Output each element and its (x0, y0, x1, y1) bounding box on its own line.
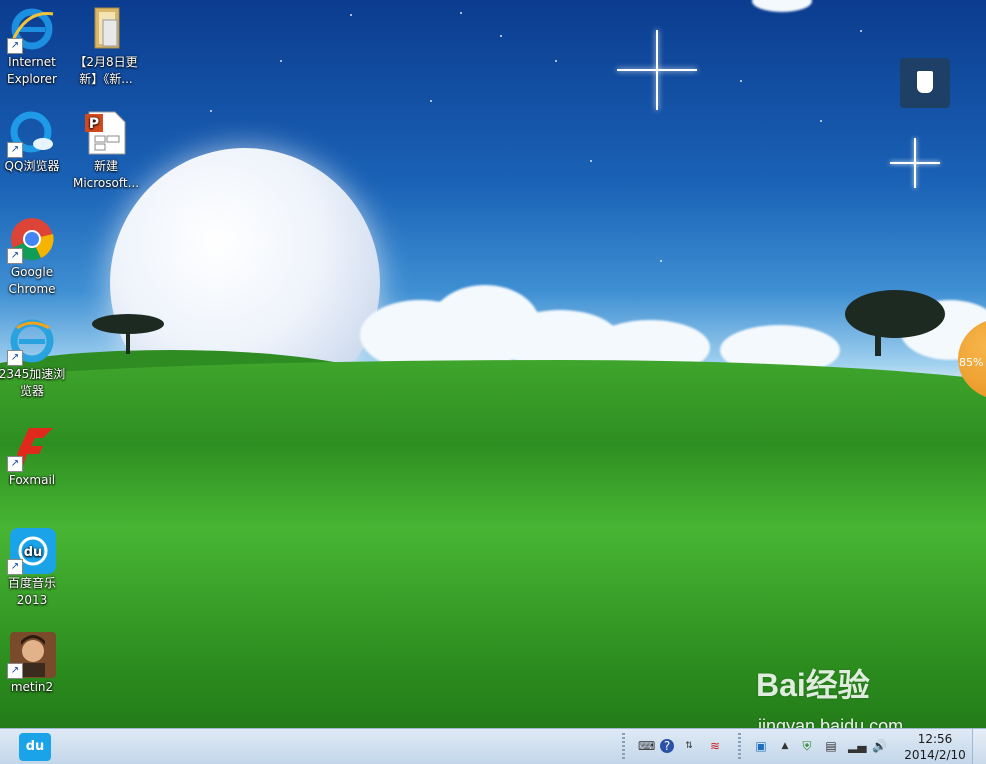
clock-time: 12:56 (917, 732, 953, 746)
svg-text:P: P (89, 116, 99, 132)
qq-browser-icon: ↗ (7, 110, 55, 158)
star (860, 30, 862, 32)
tray-grip[interactable] (738, 733, 741, 760)
tray-grip[interactable] (622, 733, 625, 760)
icon-label: 新建 (93, 159, 118, 173)
usb-eject-button[interactable] (900, 58, 950, 108)
desktop-icon-metin2[interactable]: ↗ metin2 (0, 631, 69, 696)
icon-label: metin2 (10, 680, 54, 694)
desktop-wallpaper: ↗ Internet Explorer ↗ QQ浏览器 ↗ Google Chr… (0, 0, 986, 728)
keyboard-icon[interactable]: ⌨ (638, 739, 655, 753)
desktop-icon-internet-explorer[interactable]: ↗ Internet Explorer (0, 6, 69, 88)
icon-label: 览器 (19, 384, 44, 398)
star (820, 120, 822, 122)
chevron-up-icon[interactable]: ▲ (778, 739, 792, 753)
shortcut-arrow-icon: ↗ (7, 350, 23, 366)
folder-icon (83, 6, 129, 52)
shortcut-arrow-icon: ↗ (7, 248, 23, 264)
clipboard-icon[interactable]: ▤ (824, 739, 838, 753)
star (590, 160, 592, 162)
desktop-icon-2345-browser[interactable]: ↗ 2345加速浏 览器 (0, 318, 69, 400)
icon-label: Google (10, 265, 54, 279)
tree (92, 308, 164, 356)
2345-browser-icon: ↗ (7, 318, 55, 366)
star (740, 80, 742, 82)
icon-label: Explorer (7, 72, 57, 86)
star (660, 260, 662, 262)
speed-ball-percent: 85% (959, 356, 984, 369)
shield-icon[interactable]: ⛨ (800, 739, 814, 753)
taskbar-app-baidu-music[interactable]: du (19, 733, 51, 761)
usb-eject-icon (917, 71, 933, 93)
desktop-icon-powerpoint-file[interactable]: P 新建 Microsoft... (69, 110, 143, 192)
star (210, 110, 212, 112)
show-desktop-button[interactable] (972, 729, 986, 764)
icon-label: 2345加速浏 (0, 367, 66, 381)
desktop-icon-foxmail[interactable]: ↗ Foxmail (0, 424, 69, 489)
powerpoint-file-icon: P (83, 110, 129, 156)
icon-label: Chrome (8, 282, 56, 296)
shortcut-arrow-icon: ↗ (7, 456, 23, 472)
signal-icon[interactable]: ▂▄ (848, 739, 866, 753)
wifi-icon[interactable]: ≋ (708, 739, 722, 753)
icon-label: Microsoft... (72, 176, 140, 190)
icon-label: QQ浏览器 (4, 159, 60, 173)
star (460, 12, 462, 14)
star (500, 35, 502, 37)
star (430, 100, 432, 102)
internet-explorer-icon: ↗ (7, 6, 55, 54)
icon-label: 百度音乐 (7, 576, 56, 590)
baidu-jingyan-logo: Bai经验 (756, 667, 870, 703)
volume-icon[interactable]: 🔊 (872, 739, 887, 753)
taskbar: du ⌨ ? ⇅ ≋ ▣ ▲ ⛨ ▤ ▂▄ 🔊 12:56 2014/2/10 (0, 728, 986, 764)
cloud (752, 0, 812, 12)
icon-label: Foxmail (8, 473, 56, 487)
tree (845, 284, 945, 356)
desktop-icon-baidu-music[interactable]: du ↗ 百度音乐 2013 (0, 527, 69, 609)
chrome-icon: ↗ (7, 216, 55, 264)
restore-icon[interactable]: ⇅ (682, 739, 696, 753)
desktop-icon-qq-browser[interactable]: ↗ QQ浏览器 (0, 110, 69, 175)
icon-label: 【2月8日更 (74, 55, 138, 69)
help-icon[interactable]: ? (660, 739, 674, 753)
shortcut-arrow-icon: ↗ (7, 142, 23, 158)
star (280, 60, 282, 62)
usb-icon[interactable]: ▣ (754, 739, 768, 753)
system-clock[interactable]: 12:56 2014/2/10 (900, 731, 970, 763)
star (350, 14, 352, 16)
clock-date: 2014/2/10 (904, 748, 966, 762)
svg-text:du: du (24, 545, 43, 560)
baidu-music-icon: du ↗ (7, 527, 56, 575)
icon-label: 新】《新... (79, 72, 133, 86)
shortcut-arrow-icon: ↗ (7, 38, 23, 54)
baidu-music-icon: du (25, 739, 45, 754)
icon-label: Internet (8, 55, 56, 69)
watermark-url: jingyan.baidu.com (758, 716, 904, 728)
icon-label: 2013 (16, 593, 48, 607)
metin2-icon: ↗ (7, 631, 56, 679)
shortcut-arrow-icon: ↗ (7, 559, 23, 575)
desktop-icon-folder[interactable]: 【2月8日更 新】《新... (69, 6, 143, 88)
foxmail-icon: ↗ (7, 424, 55, 472)
shortcut-arrow-icon: ↗ (7, 663, 23, 679)
desktop-icon-google-chrome[interactable]: ↗ Google Chrome (0, 216, 69, 298)
star (555, 60, 557, 62)
